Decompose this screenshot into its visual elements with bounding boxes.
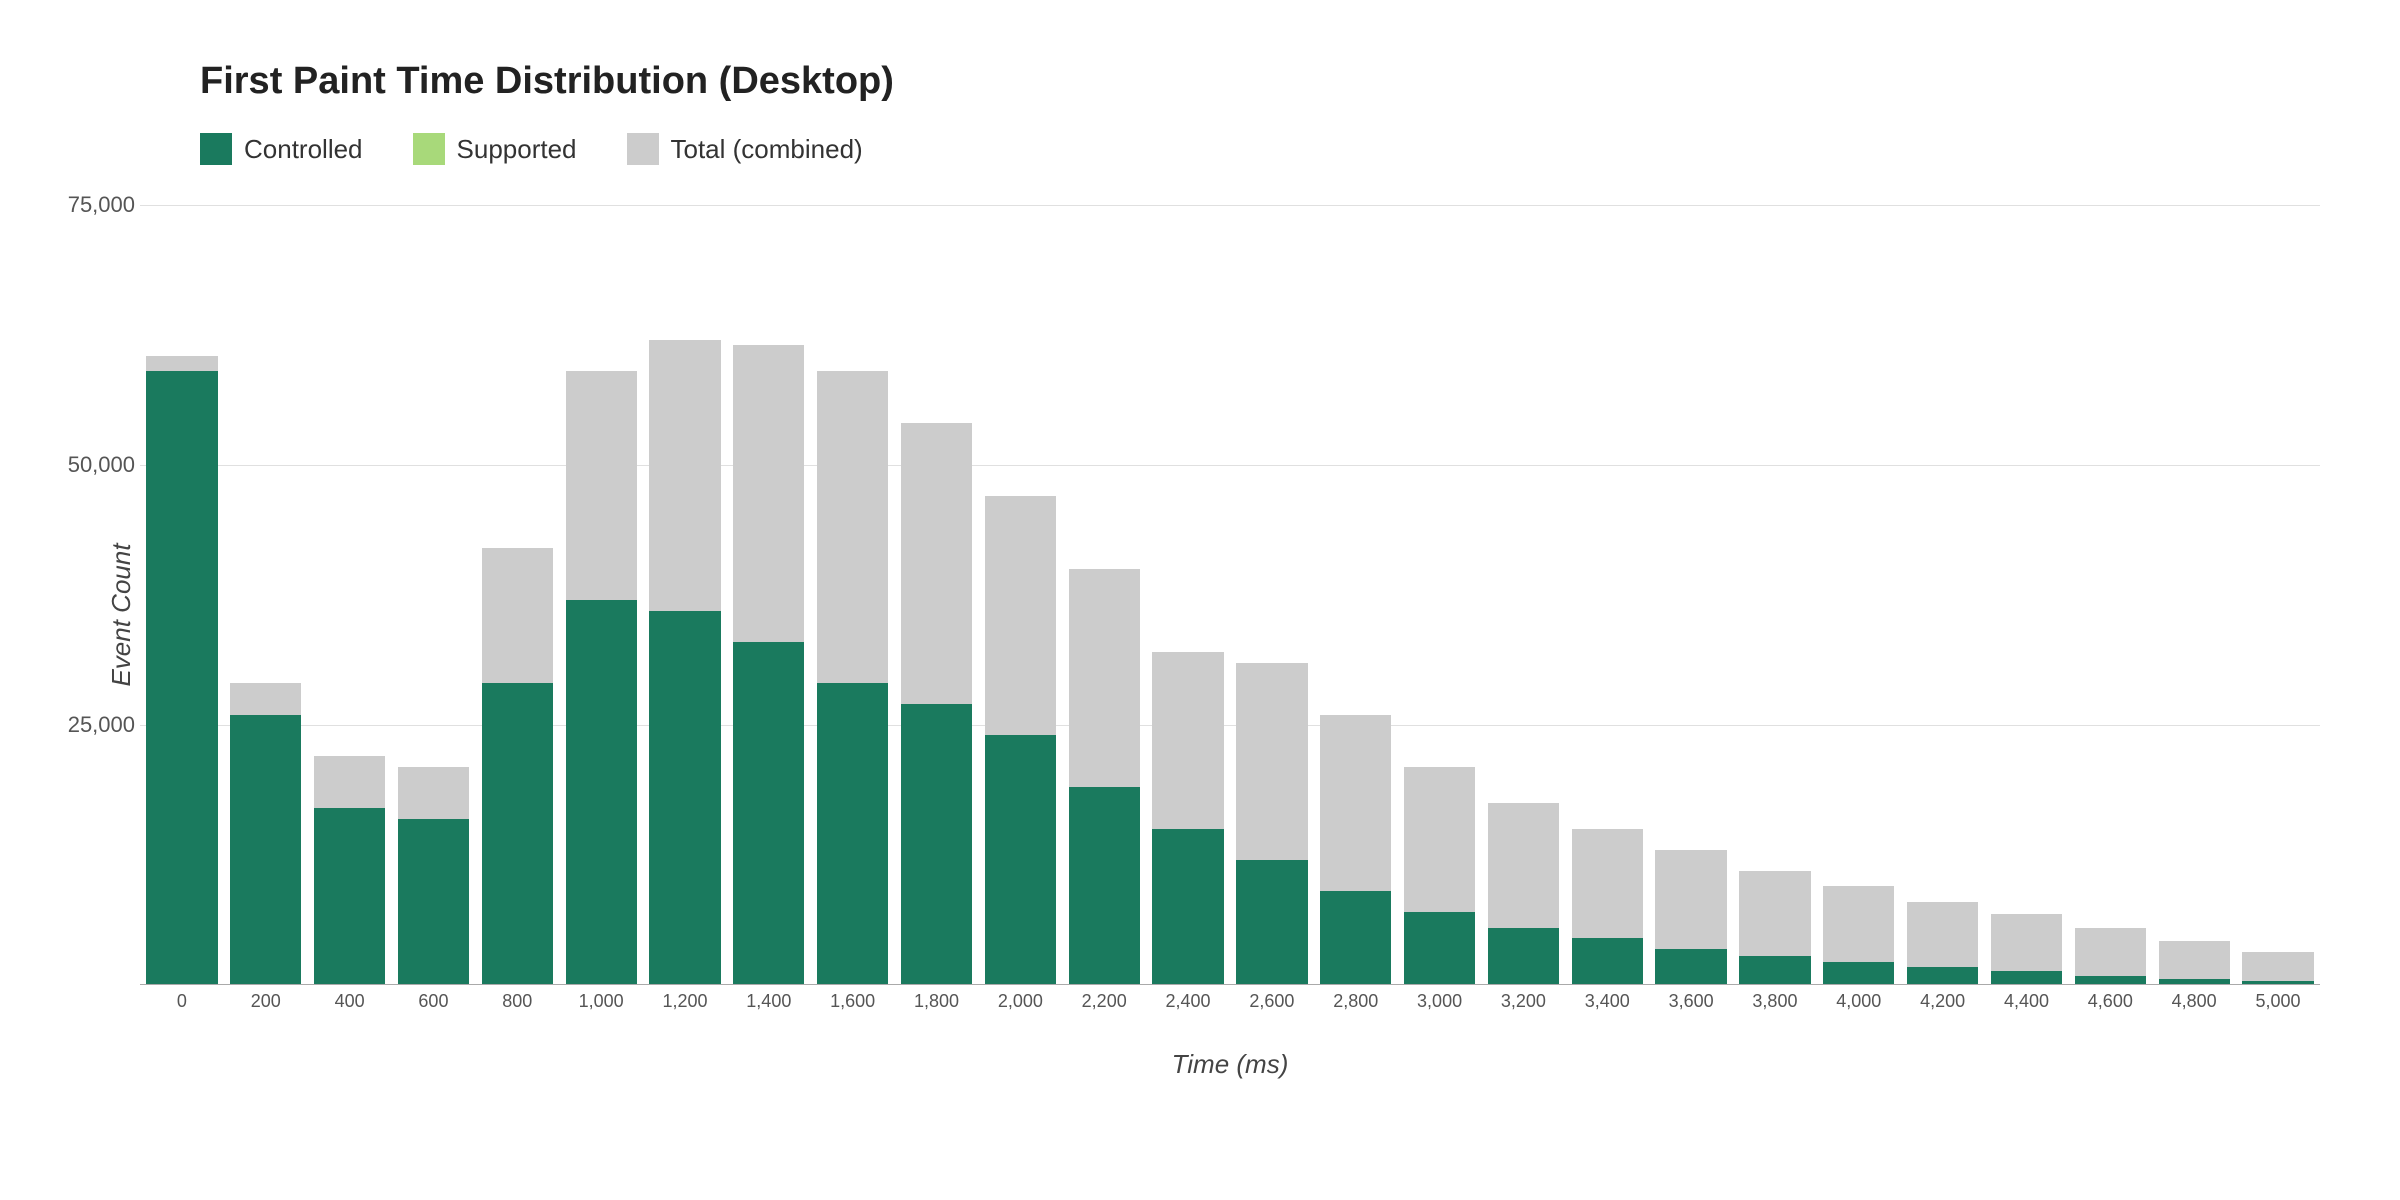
x-tick-label: 4,000	[1817, 985, 1901, 1012]
bar-group	[978, 205, 1062, 985]
bar-group	[1817, 205, 1901, 985]
bar-group	[1314, 205, 1398, 985]
bar-controlled	[985, 735, 1056, 985]
x-tick-label: 4,600	[2068, 985, 2152, 1012]
bar-controlled	[1236, 860, 1307, 985]
bar-group	[1482, 205, 1566, 985]
y-tick-label: 50,000	[40, 452, 135, 478]
x-tick-label: 4,800	[2152, 985, 2236, 1012]
bar-controlled	[1320, 891, 1391, 985]
chart-container: First Paint Time Distribution (Desktop) …	[0, 0, 2400, 1200]
controlled-swatch	[200, 133, 232, 165]
bar-group	[1398, 205, 1482, 985]
bar-controlled	[817, 683, 888, 985]
bar-group	[559, 205, 643, 985]
bar-group	[727, 205, 811, 985]
bar-controlled	[482, 683, 553, 985]
bar-controlled	[649, 611, 720, 985]
x-tick-label: 2,200	[1062, 985, 1146, 1012]
bar-controlled	[1572, 938, 1643, 985]
y-tick-label: 75,000	[40, 192, 135, 218]
x-tick-label: 4,400	[1985, 985, 2069, 1012]
bar-controlled	[1655, 949, 1726, 985]
bar-controlled	[1069, 787, 1140, 985]
bar-controlled	[1152, 829, 1223, 985]
bar-controlled	[901, 704, 972, 985]
bar-group	[1733, 205, 1817, 985]
x-tick-label: 1,400	[727, 985, 811, 1012]
bar-group	[475, 205, 559, 985]
bar-group	[2068, 205, 2152, 985]
x-tick-label: 4,200	[1901, 985, 1985, 1012]
x-tick-label: 800	[475, 985, 559, 1012]
x-tick-label: 3,000	[1398, 985, 1482, 1012]
x-tick-label: 3,200	[1482, 985, 1566, 1012]
bar-group	[1649, 205, 1733, 985]
supported-swatch	[413, 133, 445, 165]
bar-controlled	[1991, 971, 2062, 985]
x-tick-label: 600	[392, 985, 476, 1012]
chart-area: Event Count 25,00050,00075,000 020040060…	[140, 205, 2320, 1025]
x-tick-label: 2,400	[1146, 985, 1230, 1012]
x-tick-label: 1,800	[895, 985, 979, 1012]
y-axis-label: Event Count	[106, 543, 137, 686]
x-tick-label: 2,600	[1230, 985, 1314, 1012]
bar-controlled	[566, 600, 637, 985]
bar-controlled	[1404, 912, 1475, 985]
x-tick-label: 1,000	[559, 985, 643, 1012]
x-tick-label: 0	[140, 985, 224, 1012]
x-tick-label: 3,400	[1565, 985, 1649, 1012]
bar-group	[2152, 205, 2236, 985]
x-tick-label: 3,600	[1649, 985, 1733, 1012]
legend: Controlled Supported Total (combined)	[200, 133, 2320, 165]
bar-controlled	[1907, 967, 1978, 985]
bar-group	[308, 205, 392, 985]
legend-label-controlled: Controlled	[244, 134, 363, 165]
bar-group	[2236, 205, 2320, 985]
x-tick-label: 200	[224, 985, 308, 1012]
bar-group	[1985, 205, 2069, 985]
legend-item-total: Total (combined)	[627, 133, 863, 165]
x-tick-label: 400	[308, 985, 392, 1012]
bar-group	[392, 205, 476, 985]
bar-controlled	[314, 808, 385, 985]
bar-group	[1901, 205, 1985, 985]
bar-group	[1565, 205, 1649, 985]
x-axis: 02004006008001,0001,2001,4001,6001,8002,…	[140, 985, 2320, 1025]
bar-group	[1062, 205, 1146, 985]
bar-controlled	[1488, 928, 1559, 985]
bar-group	[140, 205, 224, 985]
bar-group	[224, 205, 308, 985]
x-tick-label: 5,000	[2236, 985, 2320, 1012]
bar-group	[643, 205, 727, 985]
legend-label-total: Total (combined)	[671, 134, 863, 165]
bar-controlled	[733, 642, 804, 985]
total-swatch	[627, 133, 659, 165]
bar-group	[895, 205, 979, 985]
bar-controlled	[1823, 962, 1894, 985]
legend-item-supported: Supported	[413, 133, 577, 165]
x-tick-label: 2,000	[978, 985, 1062, 1012]
chart-title: First Paint Time Distribution (Desktop)	[200, 60, 2320, 103]
bar-group	[1230, 205, 1314, 985]
bar-controlled	[230, 715, 301, 985]
legend-label-supported: Supported	[457, 134, 577, 165]
bar-controlled	[1739, 956, 1810, 985]
bar-controlled	[398, 819, 469, 985]
x-tick-label: 2,800	[1314, 985, 1398, 1012]
x-axis-label: Time (ms)	[1172, 1049, 1289, 1080]
bars-area	[140, 205, 2320, 985]
bar-group	[811, 205, 895, 985]
x-tick-label: 1,600	[811, 985, 895, 1012]
y-tick-label: 25,000	[40, 712, 135, 738]
bar-group	[1146, 205, 1230, 985]
x-tick-label: 1,200	[643, 985, 727, 1012]
x-tick-label: 3,800	[1733, 985, 1817, 1012]
legend-item-controlled: Controlled	[200, 133, 363, 165]
bar-controlled	[146, 371, 217, 985]
chart-inner: 25,00050,00075,000 02004006008001,0001,2…	[140, 205, 2320, 1025]
